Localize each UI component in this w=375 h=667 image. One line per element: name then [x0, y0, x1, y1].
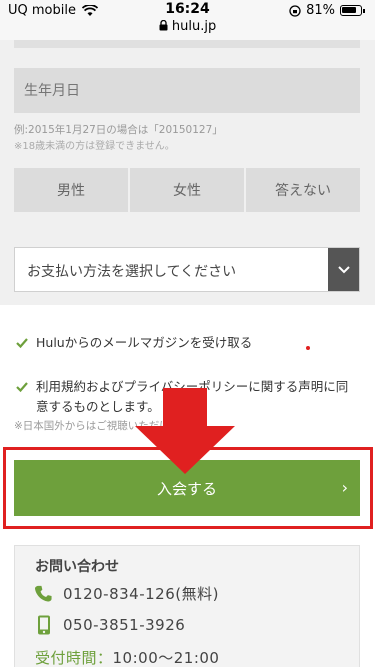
mobile-dial-row[interactable]: 050-3851-3926: [35, 615, 185, 635]
hours-label: 受付時間：: [35, 649, 113, 667]
status-bar: UQ mobile 16:24 hulu.jp 81%: [0, 0, 375, 40]
battery-icon: [340, 5, 362, 16]
gender-female-button[interactable]: 女性: [130, 168, 244, 212]
free-dial-row[interactable]: 0120-834-126(無料): [35, 583, 219, 604]
mobile-dial-number: 050-3851-3926: [63, 616, 186, 634]
payment-method-placeholder: お支払い方法を選択してください: [27, 264, 237, 280]
contact-title: お問い合わせ: [35, 559, 119, 575]
check-icon[interactable]: [16, 381, 28, 393]
check-icon[interactable]: [16, 337, 28, 349]
previous-input-field[interactable]: [14, 40, 360, 48]
join-button-label: 入会する: [156, 479, 217, 498]
mobile-phone-icon: [38, 615, 50, 635]
chevron-right-icon: ›: [341, 478, 348, 497]
url-text: hulu.jp: [171, 19, 217, 34]
phone-icon: [35, 585, 52, 602]
age-notice: ※18歳未満の方は登録できません。: [14, 141, 175, 152]
battery-percent: 81%: [306, 3, 335, 18]
gender-selector: 男性 女性 答えない: [14, 168, 360, 212]
newsletter-label: Huluからのメールマガジンを受け取る: [36, 335, 253, 350]
status-right: 81%: [289, 3, 365, 18]
battery-nub: [363, 8, 365, 13]
rotation-lock-icon: [289, 4, 301, 17]
hours-value: 10:00〜21:00: [112, 649, 220, 667]
gender-no-answer-button[interactable]: 答えない: [246, 168, 360, 212]
payment-method-select[interactable]: お支払い方法を選択してください: [14, 247, 360, 292]
lock-icon: [159, 19, 168, 31]
chevron-down-icon[interactable]: [328, 248, 359, 291]
birthday-input[interactable]: [14, 68, 360, 113]
registration-form: 例:2015年1月27日の場合は「20150127」 ※18歳未満の方は登録でき…: [0, 40, 375, 305]
gender-male-button[interactable]: 男性: [14, 168, 128, 212]
address-bar[interactable]: hulu.jp: [0, 19, 375, 34]
annotation-arrow-icon: [135, 388, 235, 474]
birthday-hint: 例:2015年1月27日の場合は「20150127」: [14, 124, 223, 136]
newsletter-checkbox-row[interactable]: Huluからのメールマガジンを受け取る: [16, 333, 252, 353]
red-dot-mark: [306, 346, 310, 350]
free-dial-number: 0120-834-126(無料): [63, 585, 219, 603]
contact-box: お問い合わせ 0120-834-126(無料) 050-3851-3926 受付…: [14, 545, 360, 667]
business-hours: 受付時間：10:00〜21:00: [35, 647, 219, 667]
